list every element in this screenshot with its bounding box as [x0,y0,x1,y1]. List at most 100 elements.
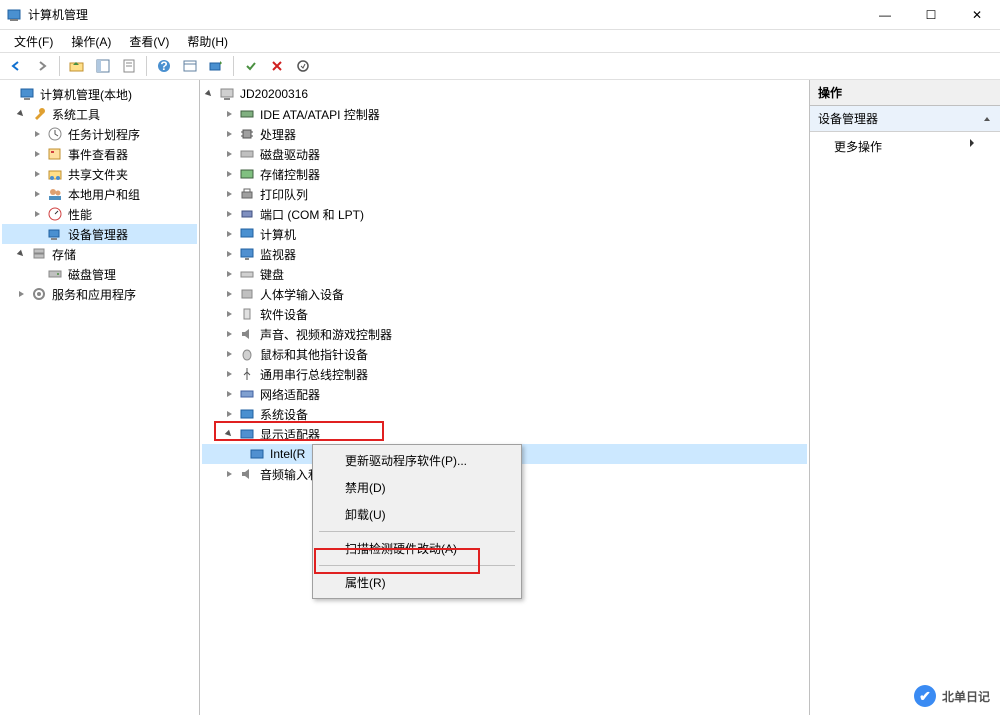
computer-icon [239,226,255,242]
device-disk-drives[interactable]: 磁盘驱动器 [202,144,807,164]
expander-closed-icon[interactable] [222,167,236,181]
hid-icon [239,286,255,302]
expander-closed-icon[interactable] [30,187,44,201]
device-computers[interactable]: 计算机 [202,224,807,244]
expander-closed-icon[interactable] [14,287,28,301]
expander-closed-icon[interactable] [222,147,236,161]
actions-more[interactable]: 更多操作 [810,132,1000,161]
device-hid[interactable]: 人体学输入设备 [202,284,807,304]
back-button[interactable] [4,54,28,78]
ctx-scan-hardware[interactable]: 扫描检测硬件改动(A) [315,535,519,562]
maximize-button[interactable]: ☐ [908,0,954,30]
expander-open-icon[interactable] [202,87,216,101]
device-keyboards[interactable]: 键盘 [202,264,807,284]
tree-disk-management[interactable]: 磁盘管理 [2,264,197,284]
ctx-separator [319,565,515,566]
expander-open-icon[interactable] [14,107,28,121]
tree-storage[interactable]: 存储 [2,244,197,264]
expander-closed-icon[interactable] [222,407,236,421]
tree-performance[interactable]: 性能 [2,204,197,224]
properties-button[interactable] [117,54,141,78]
forward-button[interactable] [30,54,54,78]
expander-closed-icon[interactable] [222,127,236,141]
expander-closed-icon[interactable] [222,207,236,221]
watermark: ✔ 北单日记 [914,685,990,707]
device-monitors[interactable]: 监视器 [202,244,807,264]
tree-services[interactable]: 服务和应用程序 [2,284,197,304]
device-ports[interactable]: 端口 (COM 和 LPT) [202,204,807,224]
expander-closed-icon[interactable] [222,327,236,341]
tree-shared-folders[interactable]: 共享文件夹 [2,164,197,184]
ide-icon [239,106,255,122]
menu-help[interactable]: 帮助(H) [179,31,236,52]
display-adapter-icon [239,426,255,442]
help-button[interactable]: ? [152,54,176,78]
ctx-properties[interactable]: 属性(R) [315,569,519,596]
services-icon [31,286,47,302]
network-icon [239,386,255,402]
expander-closed-icon[interactable] [30,127,44,141]
expander-closed-icon[interactable] [30,147,44,161]
expander-closed-icon[interactable] [222,287,236,301]
menu-action[interactable]: 操作(A) [63,31,119,52]
ctx-uninstall[interactable]: 卸载(U) [315,501,519,528]
disable-button[interactable] [265,54,289,78]
tree-task-scheduler[interactable]: 任务计划程序 [2,124,197,144]
expander-closed-icon[interactable] [222,467,236,481]
close-button[interactable]: ✕ [954,0,1000,30]
device-print-queue[interactable]: 打印队列 [202,184,807,204]
scan-button[interactable] [204,54,228,78]
expander-closed-icon[interactable] [222,227,236,241]
tree-local-users[interactable]: 本地用户和组 [2,184,197,204]
expander-closed-icon[interactable] [222,247,236,261]
device-tree-computer[interactable]: JD20200316 [202,84,807,104]
enable-button[interactable] [239,54,263,78]
device-storage-ctrl[interactable]: 存储控制器 [202,164,807,184]
tree-root-computer-management[interactable]: 计算机管理(本地) [2,84,197,104]
actions-sub-header[interactable]: 设备管理器 [810,106,1000,132]
performance-icon [47,206,63,222]
view-button[interactable] [178,54,202,78]
expander-closed-icon[interactable] [222,307,236,321]
tree-event-viewer[interactable]: 事件查看器 [2,144,197,164]
menu-file[interactable]: 文件(F) [6,31,61,52]
menu-view[interactable]: 查看(V) [121,31,177,52]
collapse-icon[interactable] [982,114,992,124]
left-tree-pane: 计算机管理(本地) 系统工具 任务计划程序 事件查看器 共享文件夹 本地用户和组 [0,80,200,715]
expander-open-icon[interactable] [14,247,28,261]
wrench-icon [31,106,47,122]
device-software[interactable]: 软件设备 [202,304,807,324]
printer-icon [239,186,255,202]
tree-system-tools[interactable]: 系统工具 [2,104,197,124]
folder-up-button[interactable] [65,54,89,78]
tree-device-manager[interactable]: 设备管理器 [2,224,197,244]
uninstall-button[interactable] [291,54,315,78]
minimize-button[interactable]: — [862,0,908,30]
expander-closed-icon[interactable] [30,207,44,221]
titlebar: 计算机管理 — ☐ ✕ [0,0,1000,30]
device-system[interactable]: 系统设备 [202,404,807,424]
device-sound[interactable]: 声音、视频和游戏控制器 [202,324,807,344]
expander-closed-icon[interactable] [222,347,236,361]
expander-closed-icon[interactable] [222,107,236,121]
device-display-adapters[interactable]: 显示适配器 [202,424,807,444]
context-menu: 更新驱动程序软件(P)... 禁用(D) 卸载(U) 扫描检测硬件改动(A) 属… [312,444,522,599]
expander-closed-icon[interactable] [30,167,44,181]
expander-closed-icon[interactable] [222,387,236,401]
show-hide-tree-button[interactable] [91,54,115,78]
device-network[interactable]: 网络适配器 [202,384,807,404]
device-usb[interactable]: 通用串行总线控制器 [202,364,807,384]
disk-icon [47,266,63,282]
users-icon [47,186,63,202]
expander-open-icon[interactable] [222,427,236,441]
device-ide[interactable]: IDE ATA/ATAPI 控制器 [202,104,807,124]
device-mice[interactable]: 鼠标和其他指针设备 [202,344,807,364]
expander-closed-icon[interactable] [222,267,236,281]
ctx-disable[interactable]: 禁用(D) [315,474,519,501]
device-processors[interactable]: 处理器 [202,124,807,144]
ctx-update-driver[interactable]: 更新驱动程序软件(P)... [315,447,519,474]
expander-closed-icon[interactable] [222,367,236,381]
expander-closed-icon[interactable] [222,187,236,201]
storage-ctrl-icon [239,166,255,182]
menubar: 文件(F) 操作(A) 查看(V) 帮助(H) [0,30,1000,52]
